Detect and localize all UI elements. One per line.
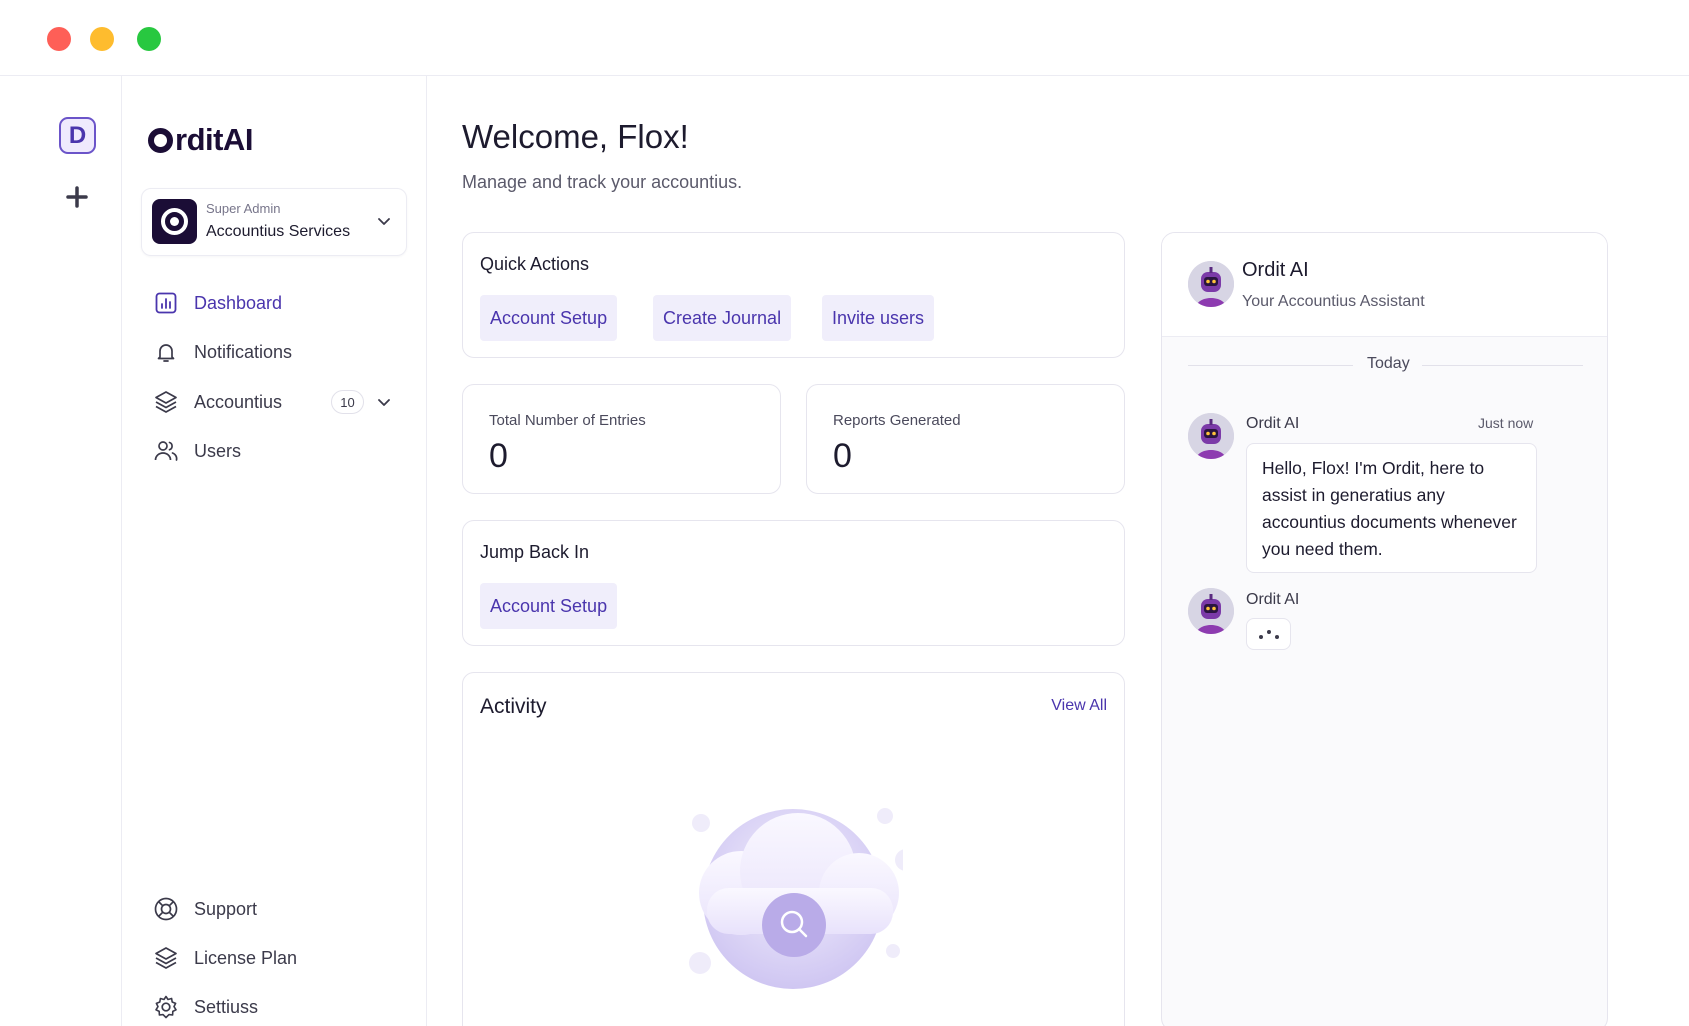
accountius-count-badge: 10 [331, 390, 364, 414]
jump-back-account-setup-button[interactable]: Account Setup [480, 583, 618, 629]
assistant-chat-panel: Ordit AI Your Accountius Assistant Today… [1161, 232, 1608, 1026]
logo-text: rditAI [175, 122, 253, 157]
layers-icon [152, 944, 180, 972]
page-subtitle: Manage and track your accountius. [462, 172, 743, 192]
assistant-avatar [1188, 261, 1234, 307]
divider [1422, 365, 1583, 366]
brand-logo[interactable]: rditAI [148, 122, 253, 158]
bell-icon [152, 338, 180, 366]
message-sender: Ordit AI [1246, 415, 1300, 432]
logo-mark-icon [148, 127, 173, 153]
chart-bar-icon [152, 289, 180, 317]
activity-title: Activity [480, 695, 547, 718]
sidebar-item-accountius[interactable]: Accountius [152, 384, 282, 420]
organization-name: Accountius Services [206, 223, 351, 240]
minimize-window-button[interactable] [90, 27, 114, 51]
workspace-avatar[interactable]: D [59, 117, 96, 154]
sidebar-item-label: Notifications [194, 341, 293, 362]
layers-icon [152, 388, 180, 416]
activity-card: Activity View All [462, 672, 1125, 1026]
jump-back-card: Jump Back In Account Setup [462, 520, 1125, 646]
zoom-window-button[interactable] [137, 27, 161, 51]
stat-card-reports: Reports Generated 0 [806, 384, 1125, 494]
organization-role: Super Admin [206, 201, 281, 216]
sidebar-item-label: Dashboard [194, 292, 283, 313]
create-journal-button[interactable]: Create Journal [653, 295, 792, 341]
typing-indicator [1246, 618, 1291, 650]
sidebar-item-license-plan[interactable]: License Plan [152, 940, 297, 976]
sidebar-item-notifications[interactable]: Notifications [152, 334, 292, 370]
window-titlebar [0, 0, 1689, 76]
sidebar-item-settings[interactable]: Settiuss [152, 989, 258, 1025]
close-window-button[interactable] [47, 27, 71, 51]
stat-value: 0 [833, 437, 852, 475]
gear-icon [152, 993, 180, 1021]
sidebar-item-label: License Plan [194, 947, 298, 968]
users-icon [152, 437, 180, 465]
sidebar-item-dashboard[interactable]: Dashboard [152, 285, 282, 321]
stat-label: Total Number of Entries [489, 412, 646, 429]
sidebar-item-label: Accountius [194, 391, 283, 412]
sidebar-item-users[interactable]: Users [152, 433, 241, 469]
chevron-down-icon[interactable] [376, 394, 392, 410]
assistant-avatar [1188, 413, 1234, 459]
divider [1188, 365, 1353, 366]
assistant-avatar [1188, 588, 1234, 634]
sidebar-item-support[interactable]: Support [152, 891, 257, 927]
empty-state-cloud-search-illustration [689, 808, 903, 989]
assistant-role: Your Accountius Assistant [1242, 293, 1425, 310]
page-title: Welcome, Flox! [462, 118, 689, 155]
message-sender: Ordit AI [1246, 591, 1300, 608]
day-separator-label: Today [1361, 355, 1416, 373]
message-timestamp: Just now [1478, 415, 1534, 431]
message-bubble: Hello, Flox! I'm Ordit, here to assist i… [1246, 443, 1537, 573]
view-all-link[interactable]: View All [1051, 697, 1107, 715]
workspace-rail [0, 76, 122, 1026]
chevron-down-icon [378, 218, 390, 225]
invite-users-button[interactable]: Invite users [822, 295, 935, 341]
chat-header: Ordit AI Your Accountius Assistant [1162, 233, 1607, 337]
jump-back-title: Jump Back In [480, 542, 590, 562]
sidebar-item-label: Users [194, 440, 242, 461]
assistant-name: Ordit AI [1242, 259, 1309, 281]
stat-value: 0 [489, 437, 508, 475]
stat-label: Reports Generated [833, 412, 961, 429]
sidebar-item-label: Support [194, 898, 258, 919]
quick-actions-card: Quick Actions Account Setup Create Journ… [462, 232, 1125, 358]
add-workspace-icon[interactable] [64, 184, 90, 210]
organization-switcher[interactable]: Super Admin Accountius Services [141, 188, 407, 256]
stat-card-entries: Total Number of Entries 0 [462, 384, 781, 494]
organization-logo [152, 199, 197, 244]
quick-actions-title: Quick Actions [480, 254, 590, 274]
lifebuoy-icon [152, 895, 180, 923]
sidebar-item-label: Settiuss [194, 996, 259, 1017]
account-setup-button[interactable]: Account Setup [480, 295, 618, 341]
